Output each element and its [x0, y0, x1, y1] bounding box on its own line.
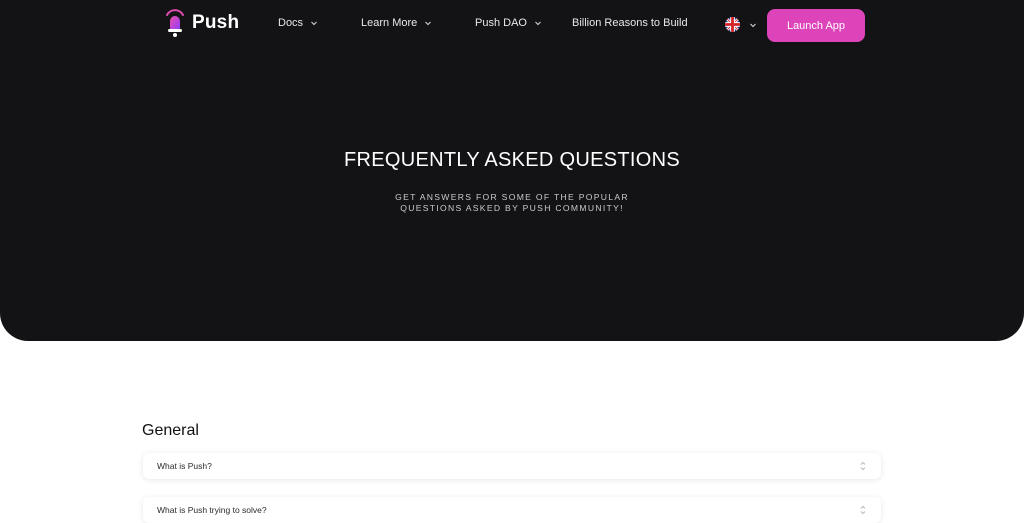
chevron-down-icon [535, 21, 541, 26]
expand-icon [860, 461, 866, 471]
faq-question: What is Push trying to solve? [157, 505, 267, 515]
page-subtitle: GET ANSWERS FOR SOME OF THE POPULAR QUES… [395, 192, 629, 213]
page-title: FREQUENTLY ASKED QUESTIONS [343, 149, 681, 171]
nav-push-dao[interactable]: Push DAO [475, 16, 542, 30]
faq-item[interactable]: What is Push? [143, 453, 881, 479]
language-selector[interactable] [725, 17, 757, 32]
nav-billion-reasons[interactable]: Billion Reasons to Build [572, 16, 688, 30]
faq-section-title: General [142, 422, 199, 439]
bell-icon [166, 9, 184, 37]
hero-section: Push Docs Learn More Push DAO Billion Re… [0, 0, 1024, 341]
chevron-down-icon [425, 21, 432, 26]
uk-flag-icon [725, 17, 740, 32]
push-logo[interactable]: Push [162, 8, 239, 38]
brand-name: Push [192, 12, 240, 33]
nav-docs-label: Docs [278, 17, 304, 29]
expand-icon [860, 505, 866, 515]
nav-learn-more-label: Learn More [361, 17, 418, 29]
faq-item[interactable]: What is Push trying to solve? [143, 497, 881, 523]
nav-learn-more[interactable]: Learn More [361, 16, 432, 30]
nav-push-dao-label: Push DAO [475, 17, 527, 29]
launch-app-button[interactable]: Launch App [767, 9, 865, 42]
nav-billion-reasons-label: Billion Reasons to Build [572, 17, 688, 29]
nav-docs[interactable]: Docs [278, 16, 318, 30]
chevron-down-icon [750, 23, 756, 27]
faq-question: What is Push? [157, 461, 212, 471]
chevron-down-icon [311, 21, 317, 26]
